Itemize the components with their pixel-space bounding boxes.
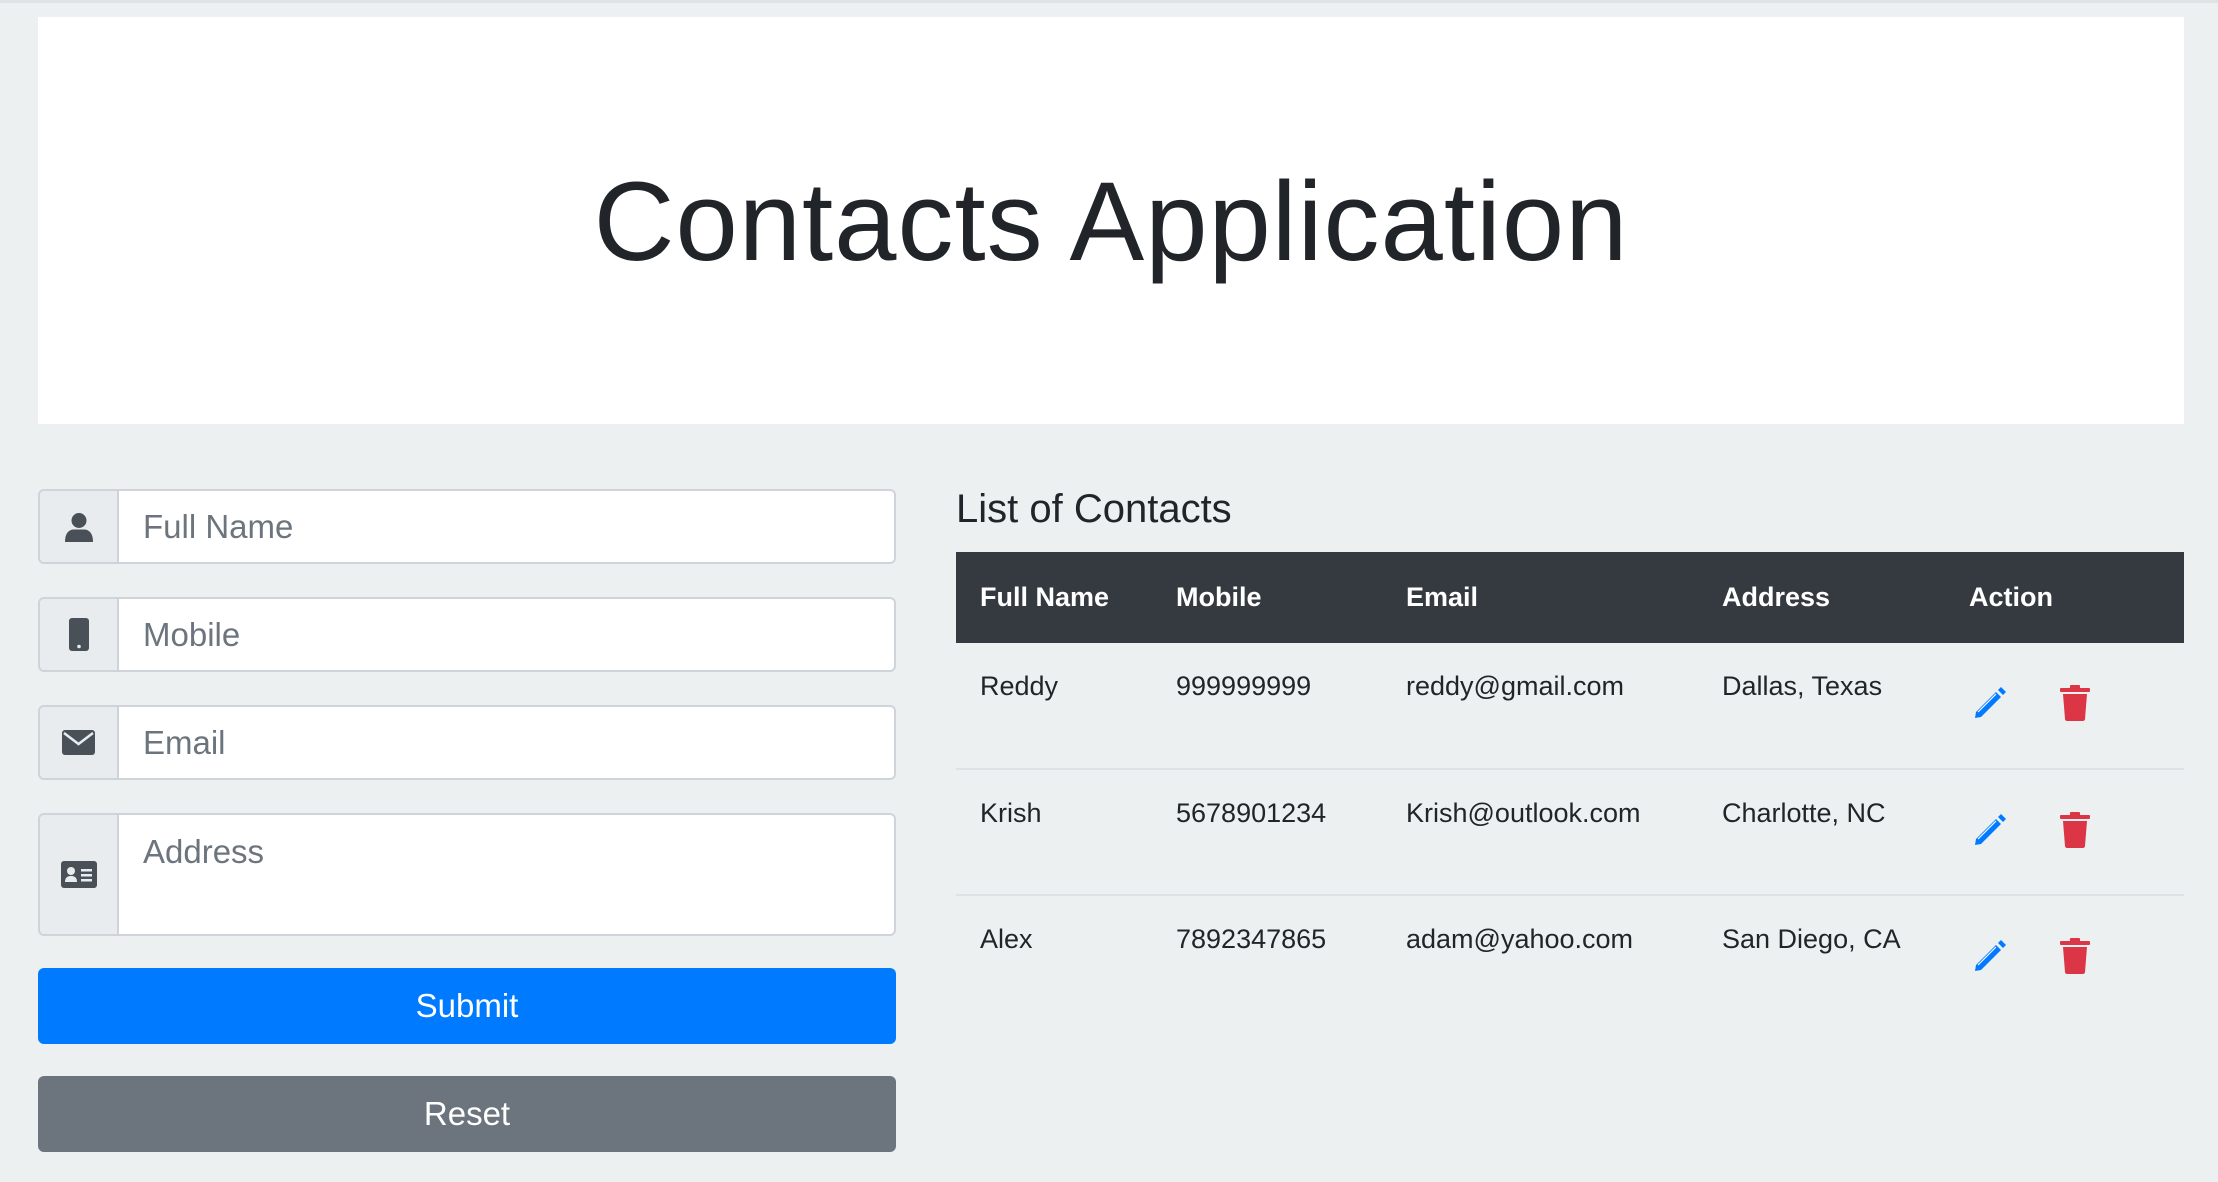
cell-address: San Diego, CA: [1722, 924, 1901, 954]
column-header-full-name: Full Name: [980, 582, 1110, 612]
header-jumbotron: Contacts Application: [38, 17, 2184, 424]
full-name-input[interactable]: [117, 489, 896, 564]
cell-actions: [1945, 895, 2184, 1021]
column-header-email: Email: [1406, 582, 1479, 612]
trash-icon[interactable]: [2059, 685, 2096, 721]
submit-button[interactable]: Submit: [38, 968, 896, 1044]
mobile-group: [38, 597, 896, 672]
cell-email: Krish@outlook.com: [1406, 798, 1641, 828]
table-row: Krish 5678901234 Krish@outlook.com Charl…: [956, 769, 2184, 895]
cell-address: Dallas, Texas: [1722, 671, 1883, 701]
user-icon: [38, 489, 117, 564]
contact-form: Submit Reset: [38, 489, 896, 1152]
cell-mobile: 7892347865: [1176, 924, 1327, 954]
table-row: Alex 7892347865 adam@yahoo.com San Diego…: [956, 895, 2184, 1021]
trash-icon[interactable]: [2059, 812, 2096, 848]
cell-email: adam@yahoo.com: [1406, 924, 1634, 954]
cell-mobile: 5678901234: [1176, 798, 1327, 828]
contacts-list-title: List of Contacts: [956, 487, 1232, 531]
mobile-phone-icon: [38, 597, 117, 672]
envelope-icon: [38, 705, 117, 780]
page-title: Contacts Application: [593, 159, 1629, 284]
full-name-group: [38, 489, 896, 564]
pencil-icon[interactable]: [1972, 938, 2008, 974]
cell-address: Charlotte, NC: [1722, 798, 1886, 828]
address-group: [38, 813, 896, 936]
pencil-icon[interactable]: [1972, 685, 2008, 721]
reset-button[interactable]: Reset: [38, 1076, 896, 1152]
email-input[interactable]: [117, 705, 896, 780]
trash-icon[interactable]: [2059, 938, 2096, 974]
address-textarea[interactable]: [117, 813, 896, 936]
cell-full-name: Krish: [980, 798, 1042, 828]
email-group: [38, 705, 896, 780]
pencil-icon[interactable]: [1972, 812, 2008, 848]
cell-actions: [1945, 643, 2184, 769]
cell-full-name: Reddy: [980, 671, 1059, 701]
mobile-input[interactable]: [117, 597, 896, 672]
cell-mobile: 999999999: [1176, 671, 1312, 701]
column-header-action: Action: [1969, 582, 2053, 612]
table-header-row: Full Name Mobile Email Address Action: [956, 552, 2184, 643]
table-row: Reddy 999999999 reddy@gmail.com Dallas, …: [956, 643, 2184, 769]
cell-full-name: Alex: [980, 924, 1033, 954]
contacts-table: Full Name Mobile Email Address Action Re…: [956, 552, 2184, 1021]
cell-actions: [1945, 769, 2184, 895]
column-header-address: Address: [1722, 582, 1831, 612]
cell-email: reddy@gmail.com: [1406, 671, 1624, 701]
column-header-mobile: Mobile: [1176, 582, 1262, 612]
address-card-icon: [38, 813, 117, 936]
